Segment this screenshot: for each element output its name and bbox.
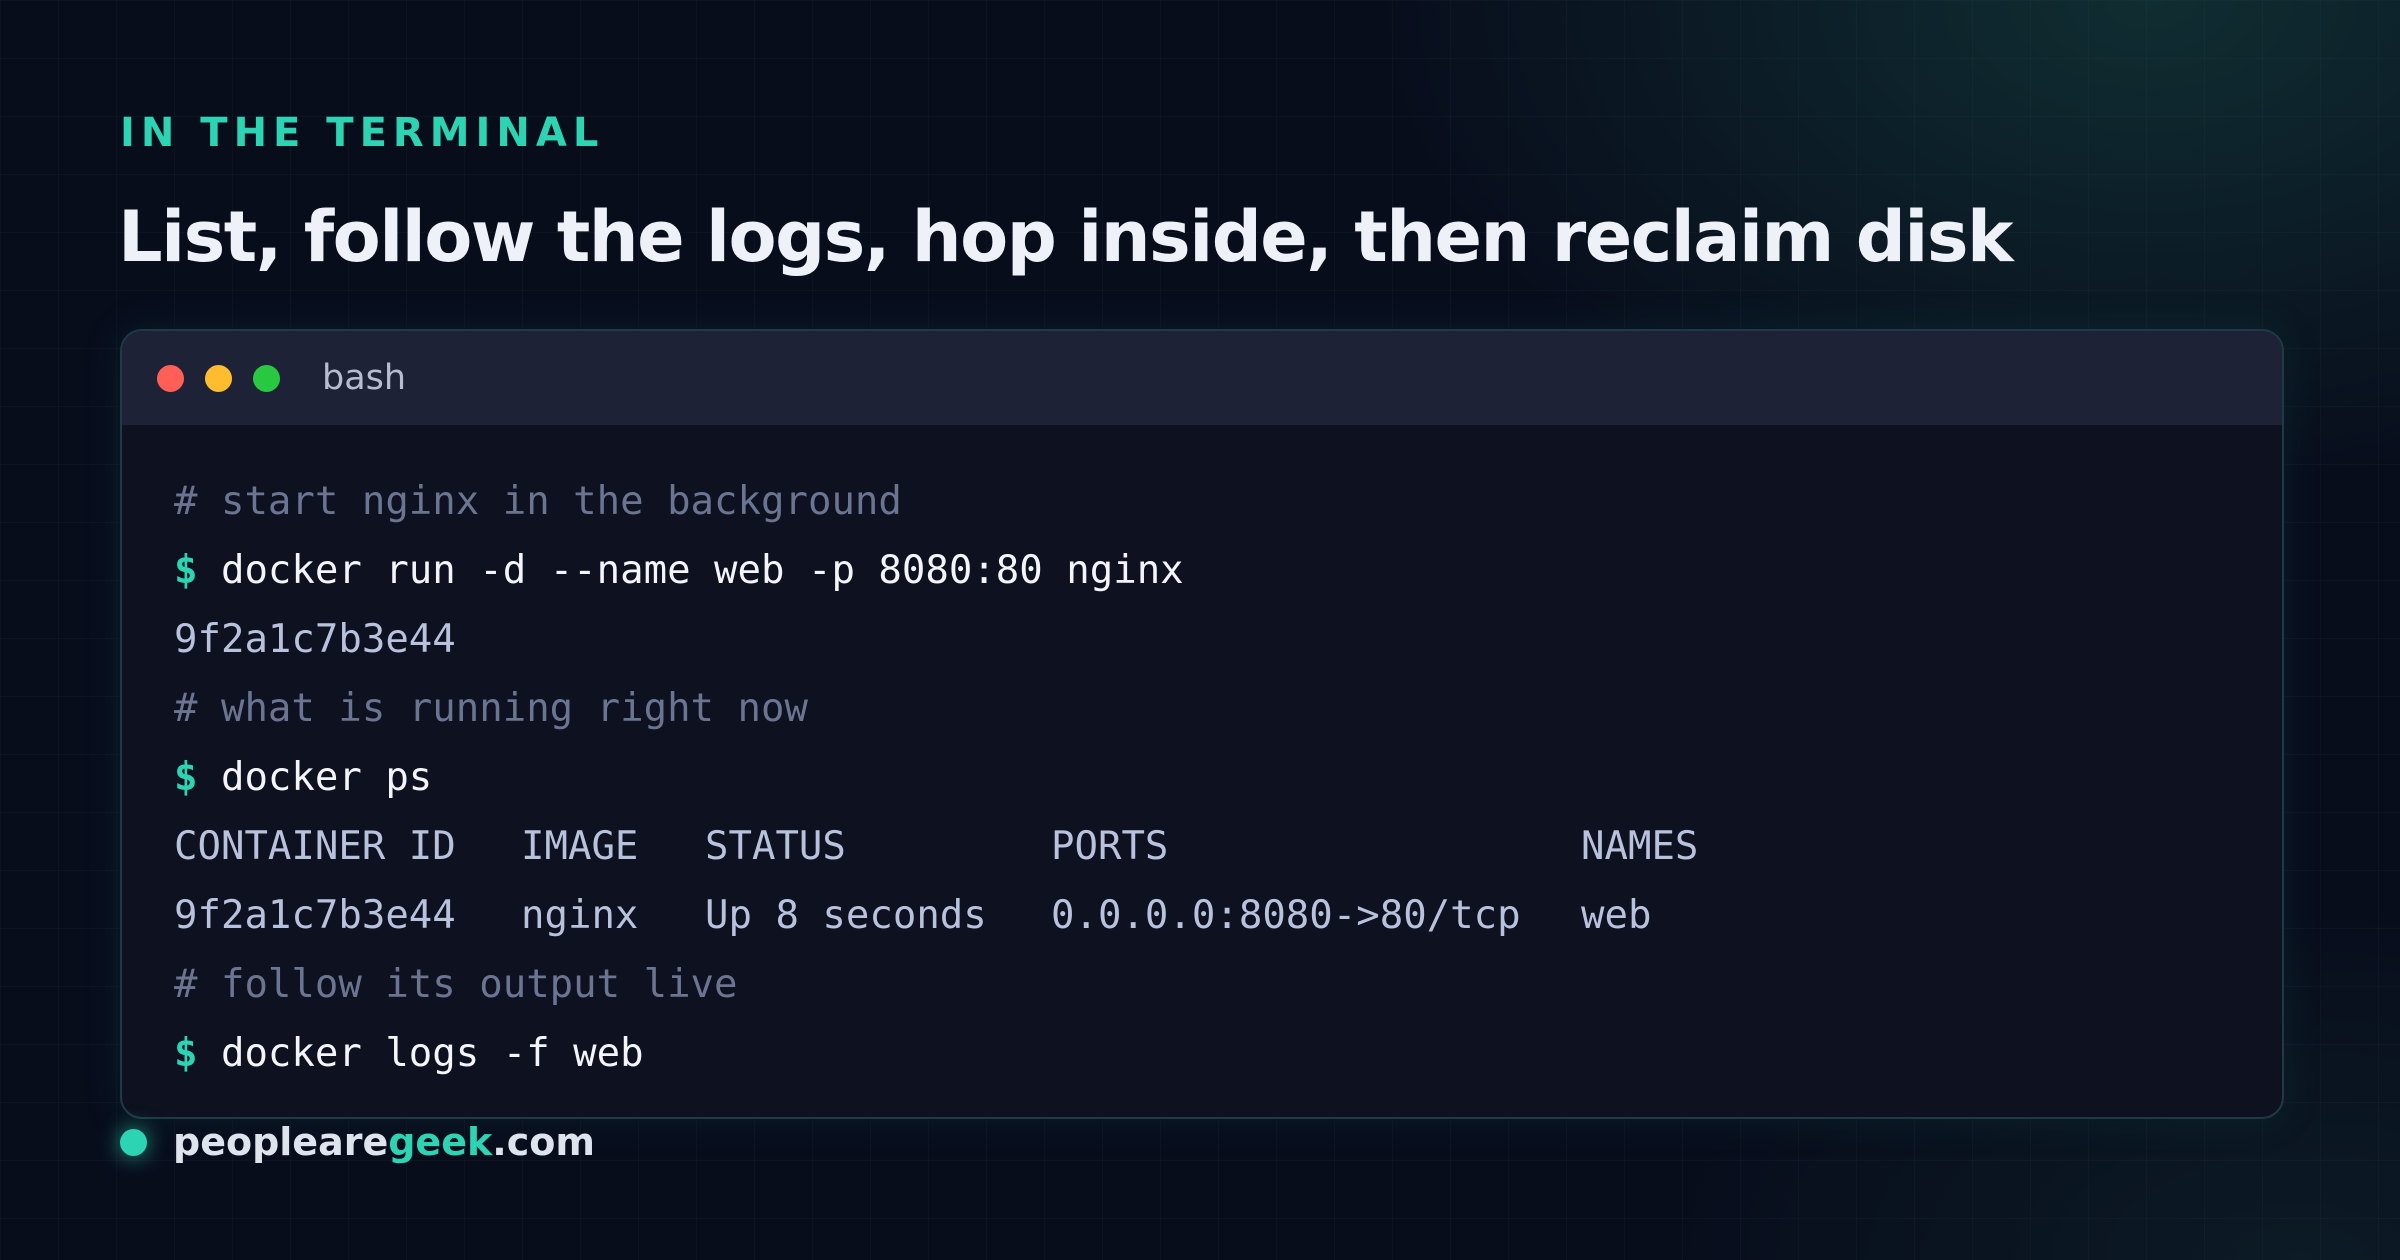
table-header-cell: STATUS [705,824,846,869]
terminal-window: bash # start nginx in the background $ d… [120,329,2284,1119]
terminal-comment-line: # what is running right now [174,686,808,731]
table-header-cell: IMAGE [521,824,639,869]
command-text: docker logs -f web [220,1031,644,1076]
table-header-cell: NAMES [1581,824,1699,869]
prompt-symbol: $ [174,548,198,593]
window-title: bash [322,358,407,398]
table-cell: 9f2a1c7b3e44 [174,893,456,938]
minimize-window-button[interactable] [205,364,232,392]
brand-suffix: .com [492,1120,595,1164]
terminal-output[interactable]: # start nginx in the background $ docker… [174,467,2242,1088]
prompt-symbol: $ [174,755,198,800]
terminal-output-line: 9f2a1c7b3e44 [174,617,456,662]
terminal-command-line: $ docker logs -f web [174,1019,2242,1088]
brand-accent: geek [388,1120,493,1164]
terminal-comment-line: # start nginx in the background [174,479,902,524]
table-header-cell: PORTS [1051,824,1169,869]
table-cell: Up 8 seconds [705,893,987,938]
site-link[interactable]: peoplearegeek.com [173,1120,595,1164]
table-cell: nginx [521,893,639,938]
footer-brand: peoplearegeek.com [120,1120,595,1164]
terminal-command-line: $ docker run -d --name web -p 8080:80 ng… [174,536,2242,605]
window-titlebar: bash [122,331,2282,425]
page-headline: List, follow the logs, hop inside, then … [118,196,2014,278]
table-row: 9f2a1c7b3e44 nginx Up 8 seconds 0.0.0.0:… [174,881,2242,950]
table-header-row: CONTAINER ID IMAGE STATUS PORTS NAMES [174,812,2242,881]
command-text: docker ps [220,755,433,800]
status-dot-icon [120,1128,147,1156]
table-header-cell: CONTAINER ID [174,824,456,869]
terminal-command-line: $ docker ps [174,743,2242,812]
table-cell: web [1581,893,1652,938]
terminal-comment-line: # follow its output live [174,962,738,1007]
command-text: docker run -d --name web -p 8080:80 ngin… [220,548,1184,593]
maximize-window-button[interactable] [253,364,280,392]
brand-prefix: peopleare [173,1120,389,1164]
table-cell: 0.0.0.0:8080->80/tcp [1051,893,1521,938]
prompt-symbol: $ [174,1031,198,1076]
close-window-button[interactable] [157,364,184,392]
eyebrow-label: IN THE TERMINAL [120,110,605,156]
